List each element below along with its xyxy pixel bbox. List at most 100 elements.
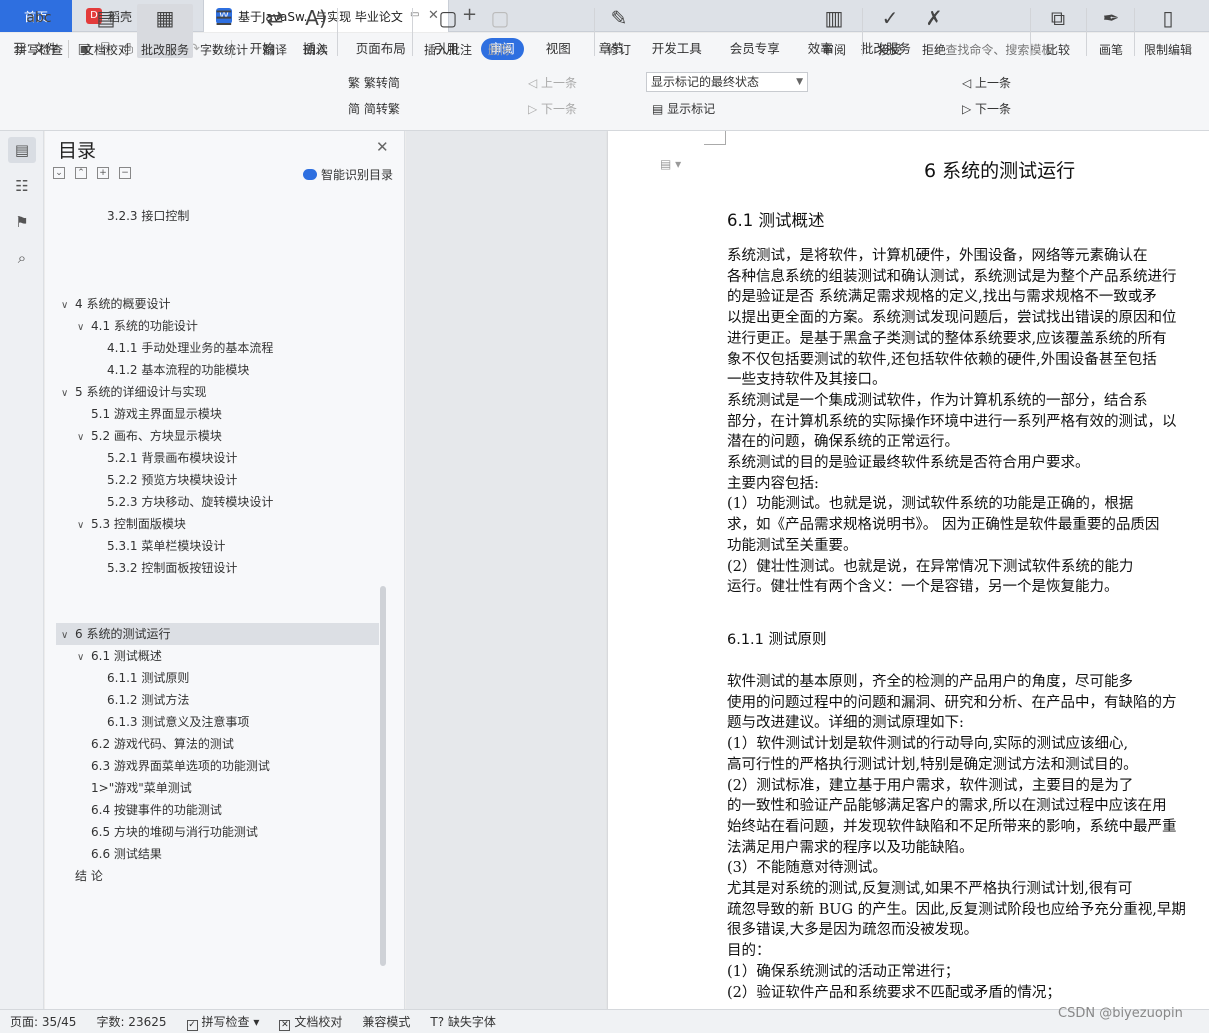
divider: [862, 8, 863, 56]
word-count-indicator[interactable]: 字数: 23625: [86, 1013, 176, 1030]
word-count-button[interactable]: ☰ 字数统计: [197, 4, 251, 58]
compare-button[interactable]: ⧉ 比较: [1038, 4, 1078, 58]
word-count-label: 字数统计: [199, 43, 248, 57]
menu-layout[interactable]: 页面布局: [342, 38, 420, 60]
toc-item-label: 6.1 测试概述: [91, 649, 162, 663]
smart-toc-button[interactable]: 智能识别目录: [303, 166, 393, 183]
toc-item[interactable]: 6.3 游戏界面菜单选项的功能测试: [91, 755, 270, 777]
toc-item-label: 5.3.2 控制面板按钮设计: [107, 561, 238, 575]
markup-state-select[interactable]: 显示标记的最终状态 ▼: [646, 72, 808, 92]
menu-member[interactable]: 会员专享: [716, 38, 794, 60]
toc-item[interactable]: 1>"游戏"菜单测试: [91, 777, 192, 799]
body-line: (1）功能测试。也就是说，测试软件系统的功能是正确的，根据: [727, 496, 1134, 513]
toc-item[interactable]: 5.3.1 菜单栏模块设计: [107, 535, 225, 557]
toc-item[interactable]: 6.4 按键事件的功能测试: [91, 799, 222, 821]
remove-heading-icon[interactable]: −: [119, 167, 131, 179]
toc-item[interactable]: 6.1.2 测试方法: [107, 689, 189, 711]
bookmark-icon[interactable]: ⚑: [8, 209, 36, 235]
body-line: 进行更正。是基于黑盒子类测试的整体系统要求,应该覆盖系统的所有: [727, 330, 1167, 347]
toc-item[interactable]: 5.2.1 背景画布模块设计: [107, 447, 237, 469]
page-corner-mark: [704, 131, 726, 145]
simp-icon: 简: [348, 102, 364, 116]
toc-item[interactable]: 6.2 游戏代码、算法的测试: [91, 733, 234, 755]
toc-item[interactable]: 5.1 游戏主界面显示模块: [91, 403, 222, 425]
collapse-icon[interactable]: ⌄: [53, 167, 65, 179]
toc-item[interactable]: 5.3.2 控制面板按钮设计: [107, 557, 237, 579]
correction-service-button[interactable]: ▦ 批改服务: [137, 4, 193, 58]
divider: [594, 8, 595, 56]
toc-item[interactable]: ∨ 4 系统的概要设计: [61, 293, 170, 315]
toc-scrollbar[interactable]: [380, 586, 386, 966]
show-markup-icon: ▤: [652, 102, 668, 116]
delete-comment-button[interactable]: ▢ 删除: [480, 4, 520, 58]
prev-change-button[interactable]: ◁ 上一条: [962, 74, 1011, 91]
add-heading-icon[interactable]: +: [97, 167, 109, 179]
toc-item-label: 5.1 游戏主界面显示模块: [91, 407, 222, 421]
search-icon[interactable]: ⌕: [8, 245, 36, 271]
toc-item[interactable]: ∨ 6 系统的测试运行: [61, 623, 170, 645]
insert-comment-button[interactable]: ▢ 插入批注: [420, 4, 476, 58]
toc-item[interactable]: 5.2.2 预览方块模块设计: [107, 469, 237, 491]
show-markup-button[interactable]: ▤ 显示标记: [652, 100, 715, 117]
missing-font-status[interactable]: T? 缺失字体: [420, 1013, 506, 1030]
checkbox-icon: ✓: [186, 1019, 198, 1031]
chevron-down-icon[interactable]: ∨: [61, 625, 75, 647]
menu-view[interactable]: 视图: [532, 38, 585, 60]
toc-item[interactable]: 4.1.1 手动处理业务的基本流程: [107, 337, 273, 359]
toc-item[interactable]: 5.2.3 方块移动、旋转模块设计: [107, 491, 273, 513]
left-nav-strip: ▤ ☷ ⚑ ⌕: [0, 131, 44, 1009]
toc-item[interactable]: ∨ 5 系统的详细设计与实现: [61, 381, 206, 403]
paragraph-options-icon[interactable]: ▤ ▾: [660, 157, 681, 171]
track-changes-button[interactable]: ✎ 修订: [600, 4, 638, 58]
toc-panel-icon[interactable]: ▤: [8, 137, 36, 163]
toc-item[interactable]: 6.6 测试结果: [91, 843, 162, 865]
read-aloud-button[interactable]: A) 朗读: [298, 4, 334, 58]
body-line: (1）确保系统测试的活动正常进行；: [727, 963, 960, 980]
navigation-icon[interactable]: ☷: [8, 173, 36, 199]
proofread-status[interactable]: ✕ 文档校对: [269, 1013, 352, 1031]
next-comment-button[interactable]: ▷ 下一条: [528, 100, 577, 117]
chevron-down-icon[interactable]: ∨: [77, 317, 91, 339]
toc-item[interactable]: ∨ 6.1 测试概述: [77, 645, 162, 667]
toc-item[interactable]: 3.2.3 接口控制: [107, 205, 189, 227]
compare-label: 比较: [1045, 43, 1070, 57]
restrict-edit-button[interactable]: ▯ 限制编辑: [1140, 4, 1196, 58]
accept-button[interactable]: ✓ 接受: [870, 4, 910, 58]
chapter-heading: 6 系统的测试运行: [924, 160, 1076, 182]
close-icon[interactable]: ✕: [376, 138, 389, 156]
toc-item[interactable]: 结 论: [75, 865, 103, 887]
page-indicator[interactable]: 页面: 35/45: [0, 1013, 86, 1030]
prev-comment-button[interactable]: ◁ 上一条: [528, 74, 577, 91]
toc-panel: 目录 ✕ ⌄ ⌃ + − 智能识别目录 3.2.3 接口控制 ∨ 4 系统的概要设计…: [45, 131, 405, 1009]
toc-item[interactable]: 6.1.3 测试意义及注意事项: [107, 711, 249, 733]
spell-check-button[interactable]: abc 拼写检查: [8, 4, 70, 58]
proofread-button[interactable]: ▤ 文档校对: [78, 4, 134, 58]
expand-icon[interactable]: ⌃: [75, 167, 87, 179]
spell-check-status[interactable]: ✓ 拼写检查 ▾: [177, 1013, 270, 1031]
pen-button[interactable]: ✒ 画笔: [1094, 4, 1128, 58]
chevron-down-icon[interactable]: ∨: [77, 515, 91, 537]
correction-label: 批改服务: [140, 43, 189, 57]
translate-icon: ⇄: [266, 6, 284, 30]
menu-devtools[interactable]: 开发工具: [638, 38, 716, 60]
simp-to-trad-button[interactable]: 简 简转繁: [348, 100, 400, 117]
toc-item[interactable]: 4.1.2 基本流程的功能模块: [107, 359, 249, 381]
review-pane-button[interactable]: ▥ 审阅: [814, 4, 854, 58]
compat-mode-status: 兼容模式: [362, 1015, 411, 1029]
toc-item[interactable]: 6.5 方块的堆砌与消行功能测试: [91, 821, 258, 843]
toc-item[interactable]: 6.1.1 测试原则: [107, 667, 189, 689]
translate-button[interactable]: ⇄ 翻译: [255, 4, 295, 58]
toc-item[interactable]: ∨ 5.2 画布、方块显示模块: [77, 425, 222, 447]
trad-to-simp-button[interactable]: 繁 繁转简: [348, 74, 400, 91]
status-bar: 页面: 35/45 字数: 23625 ✓ 拼写检查 ▾ ✕ 文档校对 兼容模式 T…: [0, 1009, 1209, 1033]
chevron-down-icon[interactable]: ∨: [77, 427, 91, 449]
next-change-button[interactable]: ▷ 下一条: [962, 100, 1011, 117]
chevron-down-icon[interactable]: ∨: [77, 647, 91, 669]
toc-item-label: 5 系统的详细设计与实现: [75, 385, 207, 399]
toc-item[interactable]: ∨ 5.3 控制面版模块: [77, 513, 186, 535]
chevron-down-icon[interactable]: ∨: [61, 383, 75, 405]
toc-item[interactable]: ∨ 4.1 系统的功能设计: [77, 315, 198, 337]
spell-check-icon: abc: [26, 10, 52, 26]
chevron-down-icon[interactable]: ∨: [61, 295, 75, 317]
reject-button[interactable]: ✗ 拒绝: [914, 4, 954, 58]
